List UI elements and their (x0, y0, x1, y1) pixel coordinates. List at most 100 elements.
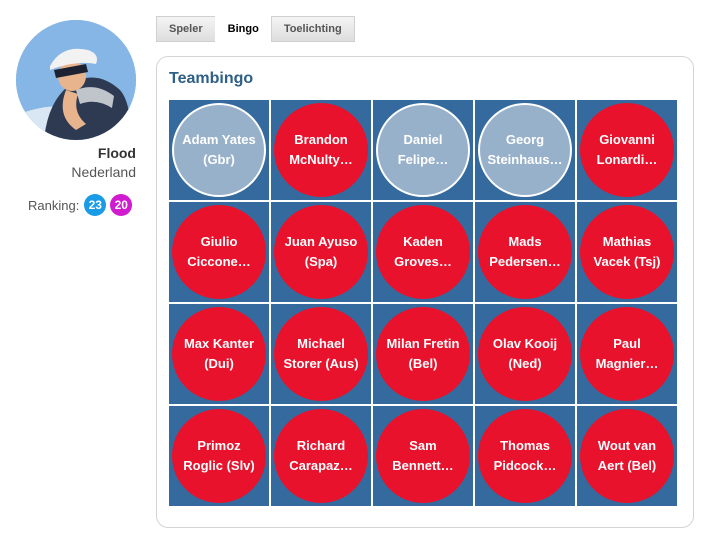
player-name: Flood (97, 145, 136, 161)
rider-circle[interactable]: Giovanni Lonardi… (580, 103, 674, 197)
rider-name-line2: (Bel) (408, 356, 438, 371)
rider-name-line1: Georg (505, 132, 545, 147)
rider-circle[interactable]: Michael Storer (Aus) (274, 307, 368, 401)
rider-circle[interactable]: Georg Steinhaus… (478, 103, 572, 197)
rider-name-line2: Storer (Aus) (283, 356, 359, 371)
rider-circle[interactable]: Milan Fretin (Bel) (376, 307, 470, 401)
rider-name-line1: Adam Yates (182, 132, 256, 147)
rider-name-line2: McNulty… (289, 152, 353, 167)
rider-name: Thomas Pidcock… (485, 436, 565, 476)
player-country: Nederland (71, 164, 136, 180)
bingo-cell: Mathias Vacek (Tsj) (577, 202, 677, 302)
rider-name-line2: Aert (Bel) (597, 458, 657, 473)
bingo-cell: Paul Magnier… (577, 304, 677, 404)
rider-name-line2: Ciccone… (187, 254, 251, 269)
bingo-cell: Richard Carapaz… (271, 406, 371, 506)
bingo-cell: Max Kanter (Dui) (169, 304, 269, 404)
bingo-cell: Juan Ayuso (Spa) (271, 202, 371, 302)
rider-name: Daniel Felipe… (383, 130, 463, 170)
rider-name-line2: Lonardi… (596, 152, 658, 167)
rider-circle[interactable]: Brandon McNulty… (274, 103, 368, 197)
rider-name-line2: Pedersen… (489, 254, 561, 269)
bingo-cell: Thomas Pidcock… (475, 406, 575, 506)
rider-name-line1: Milan Fretin (386, 336, 460, 351)
avatar (16, 20, 136, 140)
rider-circle[interactable]: Juan Ayuso (Spa) (274, 205, 368, 299)
bingo-grid: Adam Yates (Gbr) Brandon McNulty… Daniel Feli… (169, 100, 677, 508)
ranking: Ranking: 23 20 (28, 194, 133, 216)
rider-name-line2: (Spa) (304, 254, 338, 269)
rider-circle[interactable]: Sam Bennett… (376, 409, 470, 503)
tab-bingo[interactable]: Bingo (214, 16, 272, 42)
bingo-cell: Milan Fretin (Bel) (373, 304, 473, 404)
bingo-cell: Primoz Roglic (Slv) (169, 406, 269, 506)
rider-name: Juan Ayuso (Spa) (281, 232, 361, 272)
rider-name: Paul Magnier… (587, 334, 667, 374)
rider-circle[interactable]: Primoz Roglic (Slv) (172, 409, 266, 503)
rider-name-line1: Richard (296, 438, 346, 453)
rider-name: Giovanni Lonardi… (587, 130, 667, 170)
rider-circle[interactable]: Mads Pedersen… (478, 205, 572, 299)
rider-name-line2: Groves… (394, 254, 452, 269)
tab-bar: Speler Bingo Toelichting (156, 16, 355, 42)
rider-name-line1: Mathias (602, 234, 652, 249)
rider-name: Olav Kooij (Ned) (485, 334, 565, 374)
rider-name: Primoz Roglic (Slv) (179, 436, 259, 476)
ranking-label: Ranking: (28, 197, 80, 213)
panel-title: Teambingo (169, 70, 254, 87)
rider-circle[interactable]: Paul Magnier… (580, 307, 674, 401)
rider-name: Brandon McNulty… (281, 130, 361, 170)
rider-name-line2: Magnier… (595, 356, 659, 371)
bingo-cell: Olav Kooij (Ned) (475, 304, 575, 404)
rider-name-line1: Paul (613, 336, 641, 351)
rider-name: Sam Bennett… (383, 436, 463, 476)
rider-name: Michael Storer (Aus) (281, 334, 361, 374)
rider-name-line1: Daniel (403, 132, 443, 147)
rider-name: Georg Steinhaus… (485, 130, 565, 170)
rider-name-line2: (Gbr) (203, 152, 235, 167)
rider-circle[interactable]: Wout van Aert (Bel) (580, 409, 674, 503)
rider-circle[interactable]: Adam Yates (Gbr) (172, 103, 266, 197)
ranking-badge-2: 20 (110, 194, 133, 216)
rider-name-line2: Carapaz… (289, 458, 353, 473)
bingo-cell: Giulio Ciccone… (169, 202, 269, 302)
tab-toelichting[interactable]: Toelichting (270, 16, 355, 42)
bingo-cell: Adam Yates (Gbr) (169, 100, 269, 200)
rider-circle[interactable]: Richard Carapaz… (274, 409, 368, 503)
rider-name: Giulio Ciccone… (179, 232, 259, 272)
rider-name-line2: (Dui) (204, 356, 234, 371)
bingo-cell: Kaden Groves… (373, 202, 473, 302)
rider-circle[interactable]: Max Kanter (Dui) (172, 307, 266, 401)
rider-circle[interactable]: Kaden Groves… (376, 205, 470, 299)
rider-circle[interactable]: Giulio Ciccone… (172, 205, 266, 299)
rider-name-line1: Kaden (403, 234, 443, 249)
rider-circle[interactable]: Daniel Felipe… (376, 103, 470, 197)
rider-name: Milan Fretin (Bel) (383, 334, 463, 374)
bingo-cell: Brandon McNulty… (271, 100, 371, 200)
bingo-cell: Michael Storer (Aus) (271, 304, 371, 404)
rider-name-line2: Steinhaus… (487, 152, 563, 167)
rider-name-line1: Giovanni (599, 132, 655, 147)
bingo-cell: Sam Bennett… (373, 406, 473, 506)
rider-name-line1: Max Kanter (183, 336, 255, 351)
rider-name-line2: Roglic (Slv) (183, 458, 255, 473)
rider-name-line2: Bennett… (392, 458, 454, 473)
bingo-cell: Giovanni Lonardi… (577, 100, 677, 200)
rider-name-line2: Felipe… (397, 152, 449, 167)
rider-name-line1: Michael (297, 336, 345, 351)
rider-circle[interactable]: Olav Kooij (Ned) (478, 307, 572, 401)
rider-name-line2: Pidcock… (493, 458, 557, 473)
rider-name: Max Kanter (Dui) (179, 334, 259, 374)
rider-name-line2: (Ned) (508, 356, 542, 371)
rider-name: Adam Yates (Gbr) (179, 130, 259, 170)
rider-circle[interactable]: Thomas Pidcock… (478, 409, 572, 503)
tab-speler[interactable]: Speler (156, 16, 216, 42)
cyclist-avatar-image (16, 20, 136, 140)
rider-name: Mathias Vacek (Tsj) (587, 232, 667, 272)
rider-name-line1: Thomas (500, 438, 550, 453)
rider-name: Wout van Aert (Bel) (587, 436, 667, 476)
rider-name: Richard Carapaz… (281, 436, 361, 476)
rider-circle[interactable]: Mathias Vacek (Tsj) (580, 205, 674, 299)
rider-name-line1: Sam (409, 438, 437, 453)
rider-name-line2: Vacek (Tsj) (593, 254, 661, 269)
